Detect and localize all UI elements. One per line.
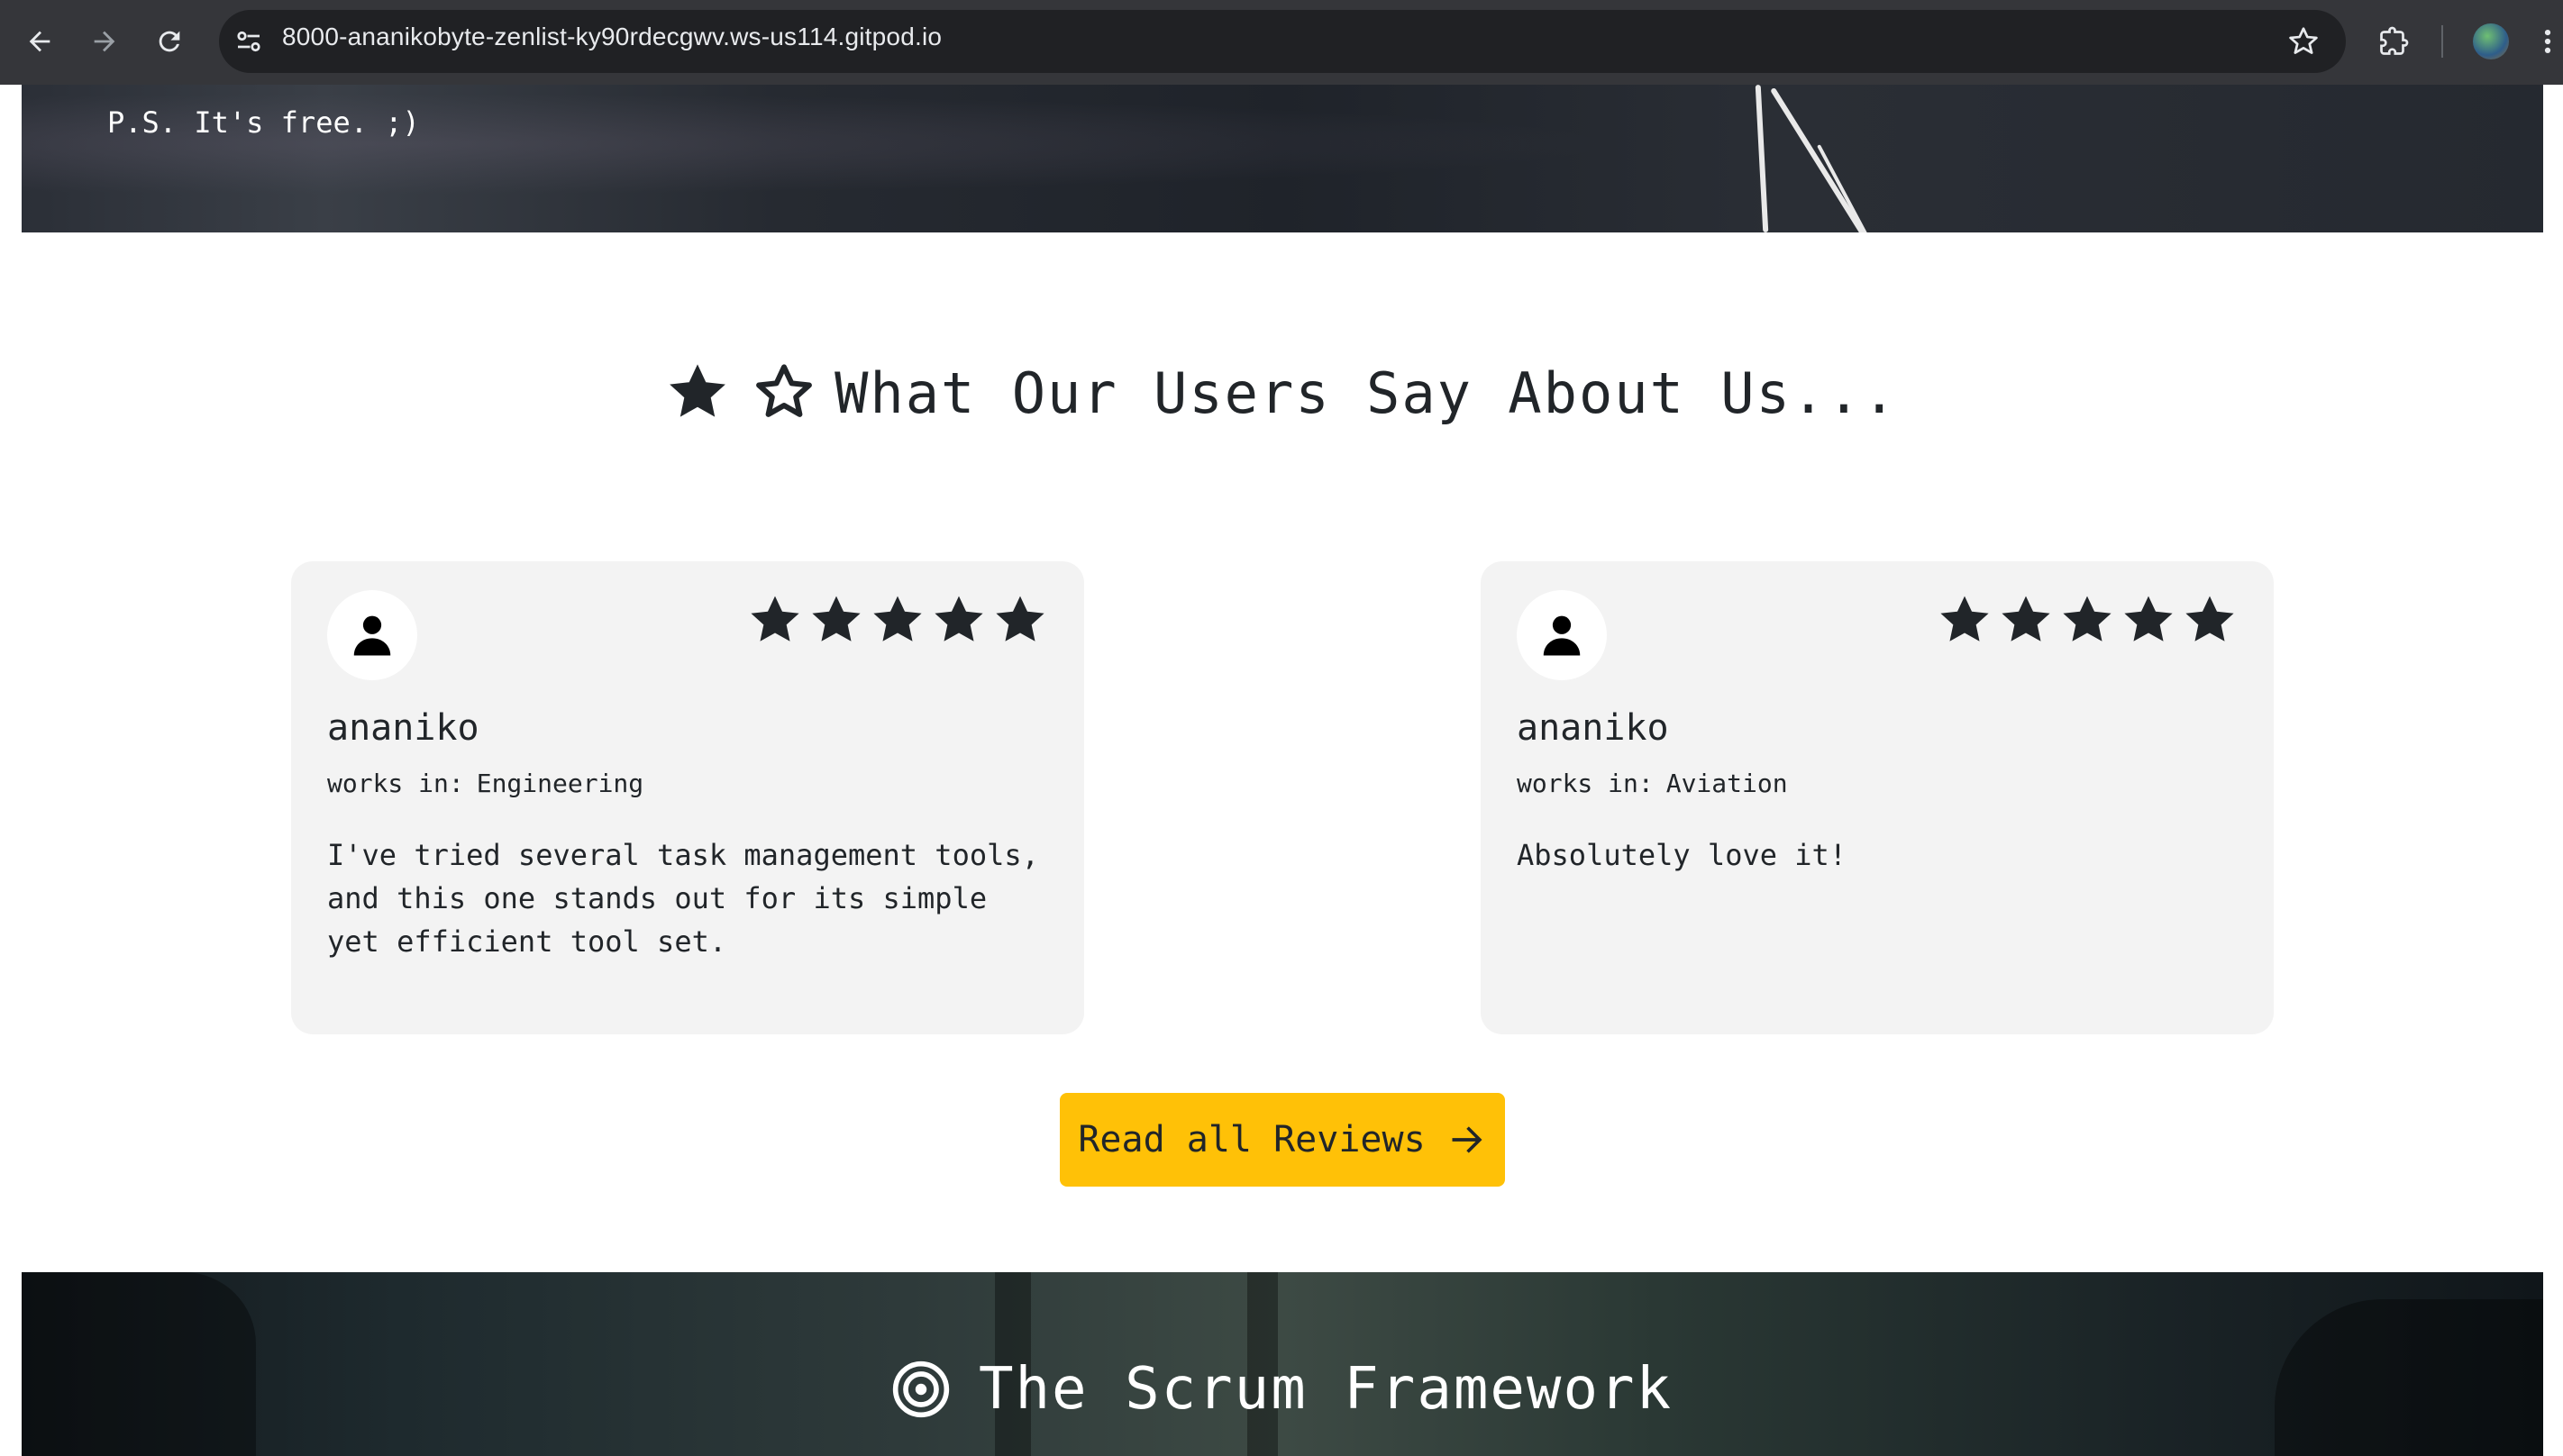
- url-text[interactable]: 8000-ananikobyte-zenlist-ky90rdecgwv.ws-…: [282, 23, 942, 51]
- star-filled-icon: [996, 596, 1044, 642]
- star-filled-icon: [670, 364, 725, 417]
- back-button[interactable]: [18, 20, 61, 63]
- profile-avatar[interactable]: [2473, 23, 2509, 59]
- read-all-reviews-button[interactable]: Read all Reviews: [1060, 1093, 1505, 1187]
- occupation-value: Aviation: [1665, 769, 1788, 798]
- review-card: ananiko works in: Engineering I've tried …: [291, 561, 1084, 1034]
- arrow-right-icon: [1452, 1126, 1482, 1153]
- reviewer-occupation: works in: Aviation: [1517, 769, 1788, 798]
- hero-decoration: [1755, 85, 1769, 232]
- puzzle-icon: [2380, 26, 2409, 55]
- hero-ps-text: P.S. It's free. ;): [107, 105, 420, 140]
- review-text: I've tried several task management tools…: [327, 838, 1039, 959]
- menu-button[interactable]: [2534, 22, 2561, 61]
- person-icon: [1543, 615, 1581, 656]
- read-all-reviews-label: Read all Reviews: [1078, 1119, 1426, 1160]
- star-outline-icon: [756, 364, 812, 417]
- reviewer-name: ananiko: [1517, 707, 1669, 749]
- scrum-section-title: The Scrum Framework: [0, 1356, 2563, 1423]
- hero-decoration: [1817, 144, 1871, 232]
- star-filled-icon: [873, 596, 922, 642]
- reviewer-avatar: [1517, 590, 1607, 680]
- toolbar-separator: [2441, 25, 2443, 58]
- reviewer-name: ananiko: [327, 707, 479, 749]
- occupation-label: works in:: [1517, 769, 1654, 798]
- arrow-right-icon: [94, 31, 115, 52]
- hero-decoration: [1770, 86, 1865, 232]
- person-icon: [353, 615, 391, 656]
- forward-button[interactable]: [83, 20, 126, 63]
- reviews-section-title-text: What Our Users Say About Us...: [835, 360, 1898, 426]
- reload-button[interactable]: [148, 20, 191, 63]
- arrow-left-icon: [29, 31, 50, 52]
- review-card: ananiko works in: Aviation Absolutely lov…: [1481, 561, 2274, 1034]
- star-outline-icon: [2289, 27, 2318, 54]
- reviewer-avatar: [327, 590, 417, 680]
- reload-icon: [159, 31, 180, 52]
- star-filled-icon: [2002, 596, 2050, 642]
- reviews-section-title: What Our Users Say About Us...: [0, 360, 2563, 430]
- star-filled-icon: [2185, 596, 2234, 642]
- occupation-value: Engineering: [476, 769, 644, 798]
- star-filled-icon: [812, 596, 861, 642]
- extensions-button[interactable]: [2374, 22, 2413, 61]
- scrum-section-title-text: The Scrum Framework: [978, 1356, 1674, 1423]
- site-settings-icon[interactable]: [233, 25, 265, 58]
- star-rating: [747, 592, 1048, 648]
- star-filled-icon: [1940, 596, 1989, 642]
- reviewer-occupation: works in: Engineering: [327, 769, 643, 798]
- more-vert-icon: [2544, 29, 2551, 54]
- star-filled-icon: [751, 596, 799, 642]
- bookmark-star-button[interactable]: [2284, 22, 2323, 61]
- star-filled-icon: [935, 596, 983, 642]
- review-text: Absolutely love it!: [1517, 838, 1847, 872]
- title-stars: [665, 359, 816, 424]
- star-rating: [1937, 592, 2238, 648]
- occupation-label: works in:: [327, 769, 464, 798]
- star-filled-icon: [2124, 596, 2173, 642]
- target-icon: [892, 1360, 950, 1418]
- browser-toolbar: 8000-ananikobyte-zenlist-ky90rdecgwv.ws-…: [0, 0, 2563, 85]
- star-filled-icon: [2063, 596, 2112, 642]
